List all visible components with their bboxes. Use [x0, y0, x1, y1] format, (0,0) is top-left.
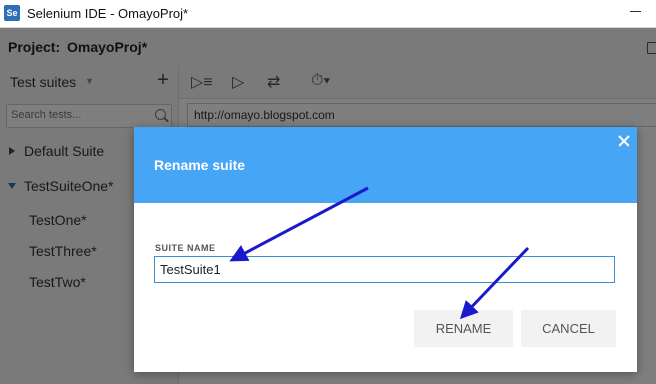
window-titlebar: Se Selenium IDE - OmayoProj*: [0, 0, 656, 28]
dialog-header: Rename suite: [134, 127, 637, 203]
window-title: Selenium IDE - OmayoProj*: [27, 6, 189, 21]
minimize-icon[interactable]: [626, 2, 646, 22]
dialog-title: Rename suite: [154, 157, 246, 173]
cancel-button[interactable]: CANCEL: [521, 310, 616, 347]
suite-name-label: SUITE NAME: [155, 243, 216, 253]
close-icon[interactable]: [616, 133, 632, 149]
selenium-icon: Se: [4, 5, 20, 21]
rename-suite-dialog: Rename suite SUITE NAME RENAME CANCEL: [134, 127, 637, 372]
rename-button[interactable]: RENAME: [414, 310, 513, 347]
suite-name-input[interactable]: [154, 256, 615, 283]
